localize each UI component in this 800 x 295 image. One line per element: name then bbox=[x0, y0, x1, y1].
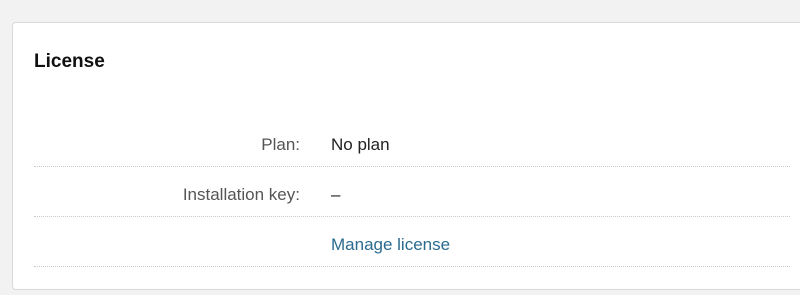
installation-key-row: Installation key: – bbox=[34, 173, 790, 217]
plan-label: Plan: bbox=[261, 135, 300, 154]
installation-key-value: – bbox=[331, 185, 341, 204]
manage-license-link[interactable]: Manage license bbox=[331, 235, 450, 255]
plan-value: No plan bbox=[331, 135, 390, 154]
license-panel: License Plan: No plan Installation key: … bbox=[12, 22, 800, 290]
manage-license-row: Manage license bbox=[34, 223, 790, 267]
panel-title: License bbox=[34, 51, 105, 72]
plan-row: Plan: No plan bbox=[34, 123, 790, 167]
installation-key-label: Installation key: bbox=[182, 185, 300, 204]
